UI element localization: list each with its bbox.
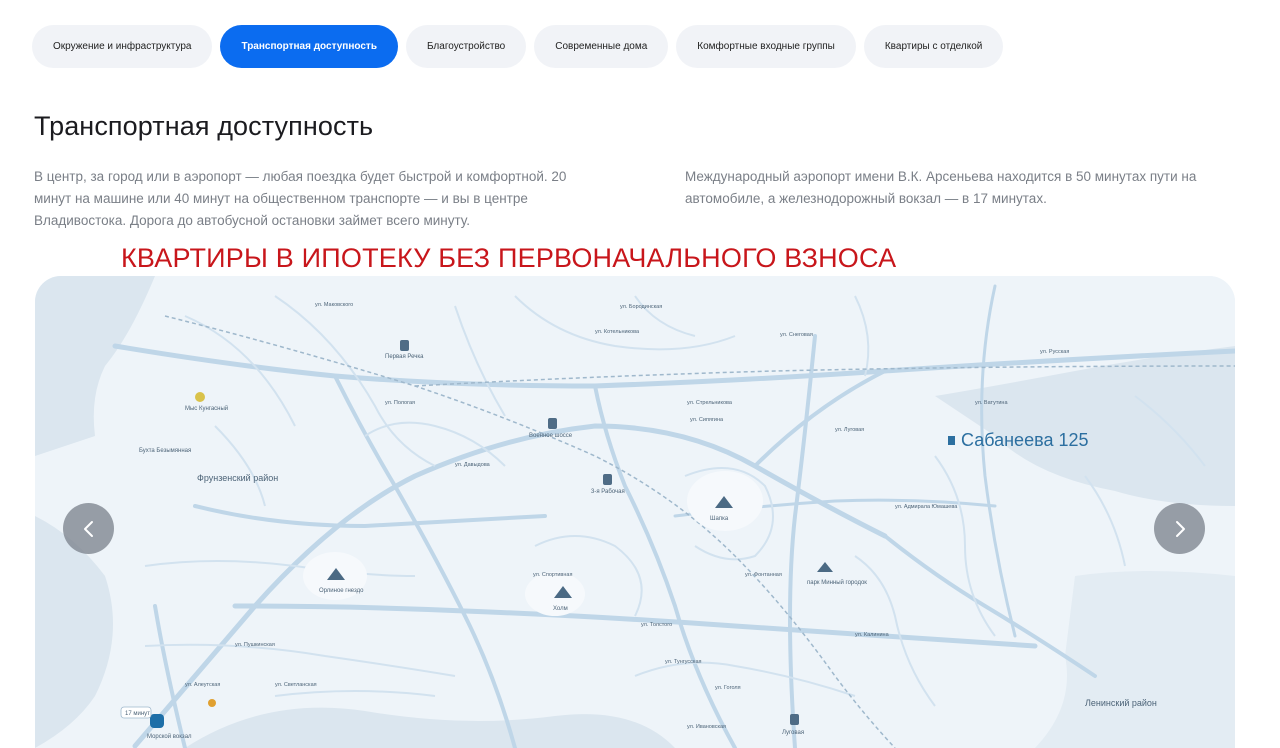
promo-banner[interactable]: КВАРТИРЫ В ИПОТЕКУ БЕЗ ПЕРВОНАЧАЛЬНОГО В… — [121, 243, 896, 274]
category-tabs: Окружение и инфраструктура Транспортная … — [32, 25, 1004, 68]
transport-map: Сабанеева 125 Фрунзенский район Ленински… — [35, 276, 1235, 748]
place-label: парк Минный городок — [807, 579, 867, 586]
svg-text:ул. Русская: ул. Русская — [1040, 349, 1069, 355]
description-right: Международный аэропорт имени В.К. Арсень… — [685, 169, 1197, 206]
tab-transport[interactable]: Транспортная доступность — [220, 25, 398, 68]
tab-landscaping[interactable]: Благоустройство — [405, 25, 527, 68]
svg-text:ул. Котельникова: ул. Котельникова — [595, 329, 640, 335]
svg-text:ул. Алеутская: ул. Алеутская — [185, 682, 220, 688]
svg-text:ул. Бородинская: ул. Бородинская — [620, 304, 662, 310]
svg-text:ул. Стрельникова: ул. Стрельникова — [687, 400, 733, 406]
map-canvas: Сабанеева 125 Фрунзенский район Ленински… — [35, 276, 1235, 748]
place-label: 3-я Рабочая — [591, 489, 625, 495]
place-label: Орлиное гнездо — [319, 588, 364, 594]
svg-text:ул. Снеговая: ул. Снеговая — [780, 332, 813, 338]
lighthouse-icon — [195, 392, 205, 402]
place-label: Шапка — [710, 516, 729, 522]
tab-finished-apartments[interactable]: Квартиры с отделкой — [863, 25, 1004, 68]
svg-text:ул. Адмирала Юмашева: ул. Адмирала Юмашева — [895, 504, 958, 510]
district-label-frunzensky: Фрунзенский район — [197, 473, 278, 483]
place-label: Мыс Кунгасный — [185, 405, 228, 412]
district-label-leninsky: Ленинский район — [1085, 698, 1157, 708]
svg-text:ул. Пологая: ул. Пологая — [385, 400, 415, 406]
carousel-next-button[interactable] — [1154, 503, 1205, 554]
svg-text:ул. Сипягина: ул. Сипягина — [690, 417, 724, 423]
section-title: Транспортная доступность — [34, 111, 374, 141]
station-icon — [603, 474, 612, 485]
time-chip-label: 17 минут — [125, 711, 150, 717]
tab-environment[interactable]: Окружение и инфраструктура — [32, 25, 213, 68]
svg-text:ул. Маковского: ул. Маковского — [315, 302, 353, 308]
place-label: Первая Речка — [385, 354, 424, 360]
place-label: Холм — [553, 606, 568, 612]
svg-text:ул. Спортивная: ул. Спортивная — [533, 572, 572, 578]
place-label: Морской вокзал — [147, 733, 192, 740]
description-left: В центр, за город или в аэропорт — любая… — [34, 169, 567, 228]
place-label: Луговая — [782, 730, 804, 736]
project-marker-label: Сабанеева 125 — [961, 430, 1089, 450]
svg-text:ул. Пушкинская: ул. Пушкинская — [235, 642, 275, 648]
station-icon — [400, 340, 409, 351]
station-icon — [548, 418, 557, 429]
place-label: Бухта Безымянная — [139, 448, 191, 454]
svg-text:ул. Светланская: ул. Светланская — [275, 682, 317, 688]
svg-text:ул. Давыдова: ул. Давыдова — [455, 462, 491, 468]
svg-text:ул. Ватутина: ул. Ватутина — [975, 400, 1008, 406]
svg-text:ул. Толстого: ул. Толстого — [641, 622, 672, 628]
svg-text:ул. Луговая: ул. Луговая — [835, 427, 864, 433]
svg-text:ул. Гоголя: ул. Гоголя — [715, 685, 741, 691]
chevron-left-icon — [83, 520, 93, 537]
chevron-right-icon — [1175, 520, 1185, 537]
place-label: Военное шоссе — [529, 433, 573, 439]
svg-text:ул. Калинина: ул. Калинина — [855, 632, 890, 638]
station-icon — [790, 714, 799, 725]
bus-icon — [150, 714, 164, 728]
poi-icon — [208, 699, 216, 707]
project-marker-icon — [948, 436, 955, 445]
svg-text:ул. Тунгусская: ул. Тунгусская — [665, 659, 702, 665]
svg-text:ул. Фонтанная: ул. Фонтанная — [745, 572, 782, 578]
svg-text:ул. Ивановская: ул. Ивановская — [687, 724, 726, 730]
carousel-prev-button[interactable] — [63, 503, 114, 554]
tab-modern-houses[interactable]: Современные дома — [534, 25, 669, 68]
tab-entrance-groups[interactable]: Комфортные входные группы — [676, 25, 856, 68]
